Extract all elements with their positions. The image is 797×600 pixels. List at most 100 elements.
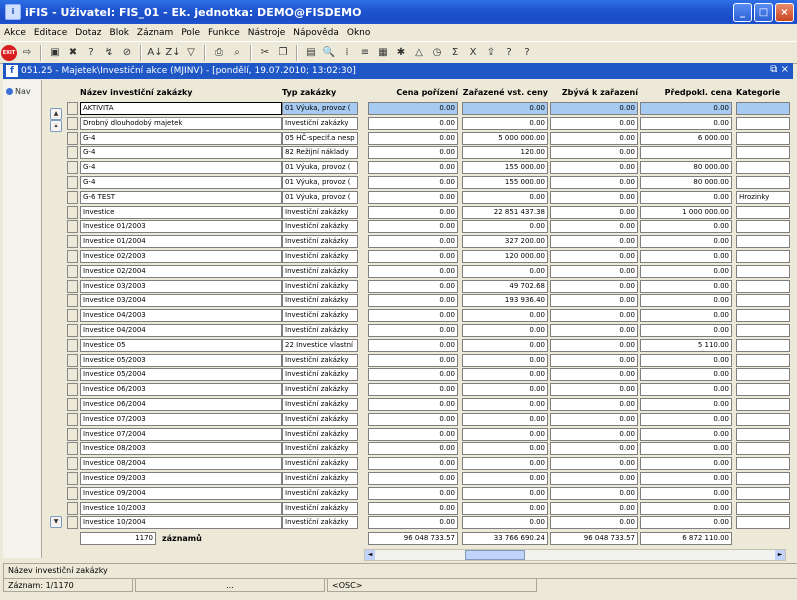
table-cell[interactable]: Investice 10/2003 (80, 501, 282, 515)
table-cell[interactable]: Investiční zakázky (282, 235, 358, 249)
table-cell[interactable]: 1 000 000.00 (640, 205, 732, 219)
row-selector[interactable] (67, 501, 78, 515)
row-selector[interactable] (67, 205, 78, 219)
table-cell[interactable]: AKTIVITA (80, 102, 282, 115)
table-cell[interactable]: 0.00 (368, 501, 458, 515)
table-cell[interactable]: 0.00 (368, 338, 458, 352)
table-cell[interactable]: 0.00 (640, 294, 732, 308)
table-cell[interactable]: 0.00 (462, 116, 548, 130)
table-cell[interactable] (736, 176, 790, 189)
table-cell[interactable]: 0.00 (550, 427, 638, 441)
table-cell[interactable]: 0.00 (640, 235, 732, 249)
table-cell[interactable]: Investiční zakázky (282, 353, 358, 367)
table-cell[interactable]: 0.00 (550, 146, 638, 160)
table-cell[interactable] (736, 457, 790, 471)
row-selector[interactable] (67, 324, 78, 337)
column-header-5[interactable]: Předpokl. cena (640, 88, 732, 97)
table-cell[interactable]: Investiční zakázky (282, 220, 358, 234)
insert-icon[interactable]: ⇨ (19, 45, 35, 61)
table-cell[interactable]: 0.00 (368, 146, 458, 160)
table-cell[interactable]: 0.00 (640, 457, 732, 471)
row-selector[interactable] (67, 338, 78, 352)
table-cell[interactable]: 0.00 (640, 368, 732, 382)
table-cell[interactable]: Investice 08/2004 (80, 457, 282, 471)
table-cell[interactable]: Investiční zakázky (282, 383, 358, 397)
menu-item-1[interactable]: Editace (30, 28, 71, 38)
table-cell[interactable]: 82 Režijní náklady (282, 146, 358, 160)
table-cell[interactable]: 0.00 (462, 442, 548, 456)
table-cell[interactable]: 0.00 (640, 102, 732, 115)
table-cell[interactable]: Investiční zakázky (282, 442, 358, 456)
table-cell[interactable]: 0.00 (640, 383, 732, 397)
table-cell[interactable]: 0.00 (640, 190, 732, 204)
row-selector[interactable] (67, 368, 78, 382)
table-cell[interactable] (736, 516, 790, 530)
row-selector[interactable] (67, 279, 78, 293)
table-cell[interactable] (736, 116, 790, 130)
table-cell[interactable]: 0.00 (550, 412, 638, 426)
copy-icon[interactable]: ❐ (275, 45, 291, 61)
table-cell[interactable]: 0.00 (462, 220, 548, 234)
menu-item-7[interactable]: Nástroje (244, 28, 290, 38)
scroll-up-button[interactable]: ▲ (50, 108, 62, 120)
table-cell[interactable]: 0.00 (368, 427, 458, 441)
table-cell[interactable]: 193 936.40 (462, 294, 548, 308)
table-cell[interactable] (736, 102, 790, 115)
table-cell[interactable]: 0.00 (462, 486, 548, 500)
table-cell[interactable]: 0.00 (550, 161, 638, 175)
menu-item-6[interactable]: Funkce (204, 28, 244, 38)
table-cell[interactable]: Investiční zakázky (282, 516, 358, 530)
row-selector[interactable] (67, 102, 78, 115)
row-selector[interactable] (67, 190, 78, 204)
table-cell[interactable] (736, 383, 790, 397)
table-cell[interactable]: G-6 TEST (80, 190, 282, 204)
chart-icon[interactable]: △ (411, 45, 427, 61)
columns-icon[interactable]: ⁞ (339, 45, 355, 61)
table-cell[interactable]: Investice 08/2003 (80, 442, 282, 456)
table-cell[interactable]: 0.00 (462, 398, 548, 411)
table-cell[interactable]: Drobný dlouhodobý majetek (80, 116, 282, 130)
table-cell[interactable]: Investice 03/2003 (80, 279, 282, 293)
table-cell[interactable]: Investice 07/2004 (80, 427, 282, 441)
row-selector[interactable] (67, 264, 78, 278)
row-selector[interactable] (67, 176, 78, 189)
table-cell[interactable]: 0.00 (640, 309, 732, 323)
menu-item-0[interactable]: Akce (0, 28, 30, 38)
menu-item-2[interactable]: Dotaz (71, 28, 105, 38)
table-cell[interactable]: 0.00 (462, 472, 548, 485)
table-cell[interactable]: 0.00 (640, 324, 732, 337)
row-selector[interactable] (67, 294, 78, 308)
table-cell[interactable]: 0.00 (550, 338, 638, 352)
row-selector[interactable] (67, 146, 78, 160)
window-title-bar[interactable]: i iFIS - Uživatel: FIS_01 - Ek. jednotka… (0, 0, 797, 24)
table-cell[interactable]: 0.00 (640, 264, 732, 278)
column-header-6[interactable]: Kategorie (736, 88, 790, 97)
table-cell[interactable]: 0.00 (640, 279, 732, 293)
table-cell[interactable]: Investice 05/2004 (80, 368, 282, 382)
table-cell[interactable]: 0.00 (640, 412, 732, 426)
export-icon[interactable]: ⇪ (483, 45, 499, 61)
table-cell[interactable]: G-4 (80, 176, 282, 189)
table-cell[interactable]: 01 Výuka, provoz ( (282, 190, 358, 204)
form-restore-close-icon[interactable]: ⧉ × (770, 64, 789, 75)
table-cell[interactable]: 0.00 (550, 353, 638, 367)
table-cell[interactable] (736, 442, 790, 456)
row-selector[interactable] (67, 131, 78, 145)
table-cell[interactable]: 155 000.00 (462, 176, 548, 189)
filter-icon[interactable]: ▽ (183, 45, 199, 61)
table-cell[interactable]: Investice 10/2004 (80, 516, 282, 530)
table-cell[interactable]: 120 000.00 (462, 250, 548, 263)
table-cell[interactable]: 0.00 (368, 205, 458, 219)
column-header-0[interactable]: Název investiční zakázky (80, 88, 282, 97)
table-cell[interactable]: Investice 01/2003 (80, 220, 282, 234)
table-cell[interactable]: 0.00 (368, 250, 458, 263)
help-icon[interactable]: ? (501, 45, 517, 61)
table-cell[interactable]: Investiční zakázky (282, 324, 358, 337)
row-selector[interactable] (67, 353, 78, 367)
sort-desc-icon[interactable]: Z↓ (165, 45, 181, 61)
table-cell[interactable]: 0.00 (550, 220, 638, 234)
table-cell[interactable]: Investice 06/2003 (80, 383, 282, 397)
table-cell[interactable] (736, 235, 790, 249)
horizontal-scrollbar[interactable]: ◄ ► (364, 549, 786, 561)
table-cell[interactable]: 0.00 (550, 176, 638, 189)
